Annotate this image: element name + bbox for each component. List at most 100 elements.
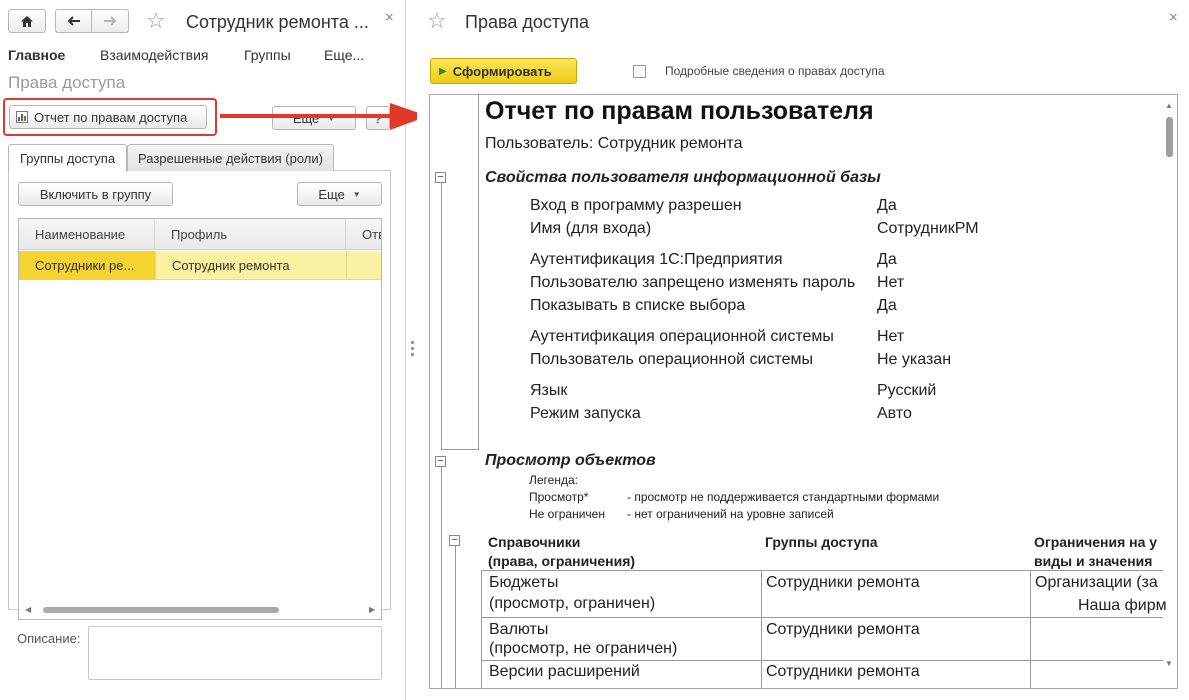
scroll-left-icon[interactable]: ◀ — [25, 605, 31, 614]
close-icon[interactable]: × — [385, 10, 394, 25]
description-label: Описание: — [17, 631, 81, 646]
arrow-right-icon — [104, 16, 117, 26]
table-rule — [481, 570, 1163, 571]
table-rule — [481, 617, 1163, 618]
splitter-dot — [411, 341, 414, 344]
prop-value: Да — [877, 251, 897, 268]
nav-more[interactable]: Еще... — [324, 47, 364, 63]
window-title: Права доступа — [465, 12, 590, 32]
report-document[interactable]: − − − Отчет по правам пользователя Польз… — [429, 94, 1178, 689]
home-button[interactable] — [8, 9, 46, 33]
nav-groups[interactable]: Группы — [244, 47, 291, 63]
collapse-icon[interactable]: − — [435, 172, 446, 183]
table-header-col1-sub: (права, ограничения) — [488, 553, 636, 569]
vertical-scrollbar[interactable]: ▲ ▼ — [1163, 97, 1175, 686]
red-arrow-annotation — [220, 103, 428, 130]
scroll-up-icon[interactable]: ▲ — [1165, 101, 1173, 110]
horizontal-scrollbar[interactable]: ◀ ▶ — [25, 605, 377, 615]
description-field[interactable] — [88, 626, 382, 680]
props-section-title: Свойства пользователя информационной баз… — [485, 169, 881, 186]
include-in-group-button[interactable]: Включить в группу — [18, 182, 173, 206]
prop-value: Нет — [877, 274, 905, 291]
cell-name[interactable]: Сотрудники ре... — [19, 251, 155, 280]
legend-key: Не ограничен — [529, 507, 605, 521]
tab-access-groups[interactable]: Группы доступа — [8, 144, 127, 172]
nav-interaction[interactable]: Взаимодействия — [100, 47, 209, 63]
group-line — [441, 175, 442, 449]
table-header-col3-sub: виды и значения — [1034, 553, 1153, 569]
table-rule — [1030, 570, 1031, 688]
prop-value: СотрудникРМ — [877, 220, 979, 237]
detail-checkbox[interactable] — [633, 65, 646, 78]
table-rule — [481, 570, 482, 688]
detail-checkbox-label: Подробные сведения о правах доступа — [665, 64, 885, 78]
group-line — [441, 462, 442, 688]
prop-key: Пользователю запрещено изменять пароль — [530, 274, 856, 291]
legend-title: Легенда: — [529, 473, 578, 487]
table-rule — [761, 570, 762, 688]
scrollbar-thumb[interactable] — [1166, 117, 1173, 157]
collapse-icon[interactable]: − — [449, 535, 460, 546]
column-header-profile[interactable]: Профиль — [155, 219, 346, 250]
favorite-star-icon[interactable]: ☆ — [427, 10, 447, 32]
prop-key: Язык — [530, 382, 568, 399]
row-rights: (просмотр, ограничен) — [489, 595, 656, 612]
group-line — [441, 449, 478, 450]
row-name: Бюджеты — [489, 574, 559, 591]
row-rights: (просмотр, не ограничен) — [489, 640, 678, 657]
group-more-label: Еще — [318, 186, 345, 202]
collapse-icon[interactable]: − — [435, 456, 446, 467]
table-row[interactable]: Сотрудники ре... Сотрудник ремонта — [19, 251, 381, 280]
prop-value: Авто — [877, 405, 912, 422]
nav-main[interactable]: Главное — [8, 47, 65, 63]
row-name: Версии расширений — [489, 663, 640, 680]
right-panel: ☆ Права доступа × ▶ Сформировать Подробн… — [417, 0, 1189, 700]
scrollbar-thumb[interactable] — [43, 607, 279, 613]
prop-value: Да — [877, 297, 897, 314]
table-header-col2: Группы доступа — [765, 534, 878, 550]
forward-button[interactable] — [91, 9, 129, 33]
dropdown-arrow-icon: ▼ — [352, 189, 361, 199]
column-header-resp[interactable]: Отв — [346, 219, 381, 250]
close-icon[interactable]: × — [1169, 10, 1178, 25]
generate-label: Сформировать — [452, 63, 552, 79]
prop-key: Имя (для входа) — [530, 220, 652, 237]
prop-key: Аутентификация операционной системы — [530, 328, 834, 345]
cell-profile[interactable]: Сотрудник ремонта — [155, 251, 346, 280]
table-header-col3: Ограничения на у — [1034, 534, 1158, 550]
legend-key: Просмотр* — [529, 490, 589, 504]
group-line — [455, 542, 456, 688]
legend-value: - нет ограничений на уровне записей — [627, 507, 834, 521]
prop-key: Аутентификация 1С:Предприятия — [530, 251, 783, 268]
scroll-right-icon[interactable]: ▶ — [369, 605, 375, 614]
include-label: Включить в группу — [39, 186, 152, 202]
group-more-button[interactable]: Еще ▼ — [297, 182, 382, 206]
prop-value: Нет — [877, 328, 905, 345]
window-title: Сотрудник ремонта ... — [186, 12, 369, 32]
row-name: Валюты — [489, 621, 549, 638]
tab-allowed-actions[interactable]: Разрешенные действия (роли) — [127, 144, 334, 171]
report-title: Отчет по правам пользователя — [485, 97, 874, 125]
back-button[interactable] — [55, 9, 91, 33]
tab-allowed-actions-label: Разрешенные действия (роли) — [138, 150, 323, 166]
prop-key: Вход в программу разрешен — [530, 197, 742, 214]
favorite-star-icon[interactable]: ☆ — [146, 10, 166, 32]
row-group: Сотрудники ремонта — [766, 574, 920, 591]
report-button-highlight — [3, 98, 217, 136]
splitter-dot — [411, 347, 414, 350]
generate-button[interactable]: ▶ Сформировать — [430, 58, 577, 84]
section-title: Права доступа — [8, 73, 126, 92]
prop-key: Показывать в списке выбора — [530, 297, 746, 314]
table-rule — [481, 660, 1163, 661]
view-section-title: Просмотр объектов — [485, 452, 656, 469]
arrow-left-icon — [67, 16, 80, 26]
scroll-down-icon[interactable]: ▼ — [1165, 659, 1173, 668]
prop-value: Да — [877, 197, 897, 214]
prop-value: Не указан — [877, 351, 952, 368]
row-restriction: Организации (за — [1035, 574, 1158, 591]
report-user: Пользователь: Сотрудник ремонта — [485, 135, 743, 152]
column-header-name[interactable]: Наименование — [19, 219, 155, 250]
row-group: Сотрудники ремонта — [766, 621, 920, 638]
cell-resp[interactable] — [346, 251, 381, 280]
access-groups-table[interactable]: Наименование Профиль Отв Сотрудники ре..… — [18, 218, 382, 620]
